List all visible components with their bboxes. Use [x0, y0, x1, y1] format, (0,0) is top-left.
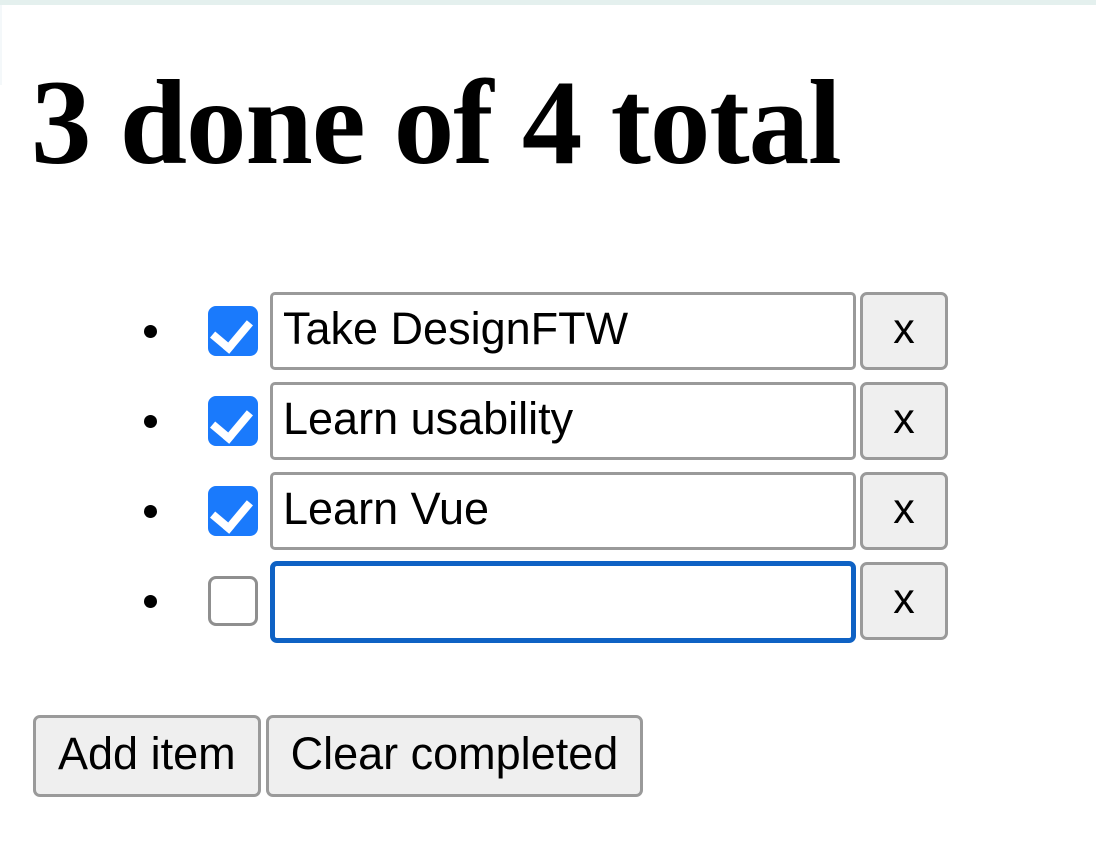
- list-item: x: [144, 560, 948, 643]
- todo-text-input[interactable]: [270, 292, 856, 370]
- todo-text-input[interactable]: [270, 382, 856, 460]
- todo-text-input[interactable]: [270, 560, 856, 643]
- action-bar: Add item Clear completed: [33, 715, 644, 797]
- list-bullet-icon: [144, 505, 157, 518]
- list-bullet-icon: [144, 415, 157, 428]
- clear-completed-button[interactable]: Clear completed: [265, 715, 644, 797]
- delete-todo-button[interactable]: x: [860, 292, 948, 370]
- list-bullet-icon: [144, 325, 157, 338]
- delete-todo-button[interactable]: x: [860, 562, 948, 640]
- todo-list: x x x x: [0, 291, 948, 643]
- todo-checkbox[interactable]: [208, 306, 258, 356]
- todo-checkbox[interactable]: [208, 576, 258, 626]
- list-item: x: [144, 381, 948, 461]
- page-title: 3 done of 4 total: [31, 56, 842, 190]
- todo-checkbox[interactable]: [208, 396, 258, 446]
- add-item-button[interactable]: Add item: [33, 715, 261, 797]
- todo-checkbox[interactable]: [208, 486, 258, 536]
- delete-todo-button[interactable]: x: [860, 472, 948, 550]
- todo-text-input[interactable]: [270, 472, 856, 550]
- todo-app-page: 3 done of 4 total x x x x Add it: [0, 5, 1096, 852]
- list-item: x: [144, 471, 948, 551]
- list-item: x: [144, 291, 948, 371]
- list-bullet-icon: [144, 595, 157, 608]
- delete-todo-button[interactable]: x: [860, 382, 948, 460]
